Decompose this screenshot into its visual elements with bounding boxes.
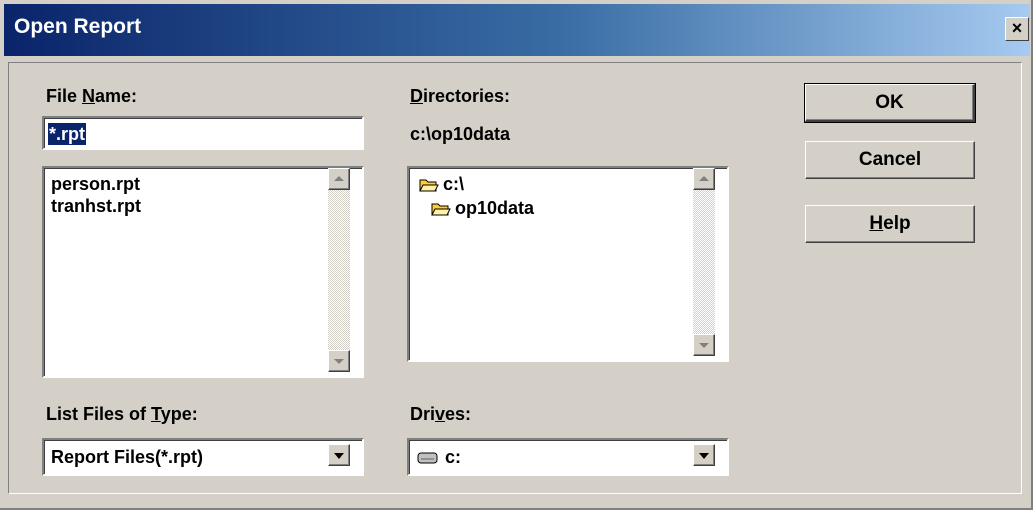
chevron-down-icon [699, 453, 709, 459]
file-type-select[interactable]: Report Files(*.rpt) [42, 438, 364, 476]
folder-open-icon [419, 179, 439, 192]
file-list[interactable]: person.rpt tranhst.rpt [42, 166, 364, 378]
hard-drive-icon [417, 452, 438, 464]
chevron-down-icon [334, 453, 344, 459]
drives-select[interactable]: c: [407, 438, 729, 476]
current-directory-path: c:\op10data [410, 124, 511, 144]
arrow-up-icon [699, 176, 709, 181]
arrow-down-icon [334, 359, 344, 364]
directory-item-root[interactable]: c:\ [443, 174, 464, 195]
drives-dropdown-button[interactable] [693, 444, 715, 466]
help-button[interactable]: Help [805, 205, 975, 243]
list-item[interactable]: tranhst.rpt [51, 196, 141, 217]
cancel-button[interactable]: Cancel [805, 141, 975, 179]
close-button[interactable]: × [1005, 17, 1029, 41]
scroll-up-button[interactable] [328, 168, 350, 190]
open-report-dialog: Open Report × File Name: *.rpt person.rp… [0, 0, 1033, 510]
file-list-scrollbar[interactable] [328, 168, 350, 372]
list-item[interactable]: person.rpt [51, 174, 140, 195]
scroll-down-button[interactable] [693, 334, 715, 356]
arrow-down-icon [699, 343, 709, 348]
drives-value: c: [445, 447, 462, 467]
file-name-input[interactable]: *.rpt [42, 116, 364, 150]
scroll-up-button[interactable] [693, 168, 715, 190]
file-name-value: *.rpt [48, 123, 86, 145]
directory-tree[interactable]: c:\ op10data [407, 166, 729, 362]
scroll-down-button[interactable] [328, 350, 350, 372]
close-icon: × [1011, 18, 1023, 38]
window-title: Open Report [14, 15, 142, 38]
drives-label: Drives: [410, 404, 472, 424]
directory-tree-scrollbar[interactable] [693, 168, 715, 356]
title-bar[interactable]: Open Report × [4, 4, 1030, 56]
folder-open-icon [431, 203, 451, 216]
file-type-dropdown-button[interactable] [328, 444, 350, 466]
ok-button[interactable]: OK [804, 83, 976, 123]
file-name-label: File Name: [46, 86, 138, 106]
directory-item-op10data[interactable]: op10data [455, 198, 534, 219]
directories-label: Directories: [410, 86, 511, 106]
arrow-up-icon [334, 176, 344, 181]
file-type-label: List Files of Type: [46, 404, 198, 424]
file-type-value: Report Files(*.rpt) [51, 447, 204, 467]
